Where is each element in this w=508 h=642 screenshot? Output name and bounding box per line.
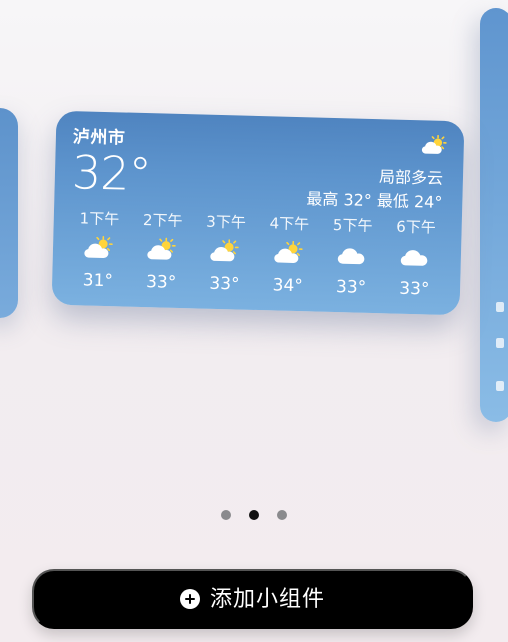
page-dot[interactable] <box>277 510 287 520</box>
hourly-forecast: 1下午 31° 2下午 33° 3下午 33° 4下午 34° 5下午 33° … <box>66 209 448 300</box>
hour-label: 4下午 <box>269 214 310 234</box>
hour-label: 5下午 <box>332 215 373 235</box>
partly-sunny-icon <box>81 235 116 262</box>
plus-circle-icon <box>179 589 200 609</box>
page-dot[interactable] <box>221 510 231 520</box>
hour-temperature: 33° <box>209 273 240 295</box>
right-widget-preview[interactable] <box>480 8 508 422</box>
hour-label: 1下午 <box>79 209 120 229</box>
current-temperature: 32° <box>71 145 152 202</box>
partly-sunny-icon <box>419 134 448 163</box>
widget-gallery-screen: 泸州市 32° 局部多云 最高 32° 最低 24° 1下午 31° 2下午 3… <box>0 0 508 642</box>
partly-sunny-icon <box>271 240 306 267</box>
partly-sunny-icon <box>145 237 180 264</box>
weather-widget[interactable]: 泸州市 32° 局部多云 最高 32° 最低 24° 1下午 31° 2下午 3… <box>51 110 465 316</box>
hour-label: 6下午 <box>396 217 437 237</box>
add-widget-label: 添加小组件 <box>209 586 325 611</box>
hourly-item: 1下午 31° <box>66 209 131 292</box>
partly-sunny-icon <box>208 239 243 266</box>
weather-summary: 局部多云 最高 32° 最低 24° <box>306 165 443 213</box>
hour-temperature: 34° <box>272 275 304 297</box>
hourly-item: 6下午 33° <box>382 217 447 300</box>
hourly-item: 2下午 33° <box>129 211 194 294</box>
weather-condition: 局部多云 <box>378 167 444 188</box>
page-dot-active[interactable] <box>249 510 259 520</box>
cloud-icon <box>398 244 433 271</box>
weather-header: 泸州市 32° <box>71 127 152 202</box>
hour-temperature: 33° <box>399 278 430 300</box>
hour-label: 2下午 <box>142 210 183 231</box>
cloud-icon <box>335 242 370 269</box>
left-widget-preview[interactable] <box>0 108 18 318</box>
right-preview-mark <box>496 381 504 391</box>
page-indicator <box>0 510 508 520</box>
hourly-item: 5下午 33° <box>319 216 384 299</box>
hour-temperature: 33° <box>335 277 367 298</box>
hourly-item: 4下午 34° <box>256 214 321 297</box>
right-preview-mark <box>496 302 504 312</box>
right-preview-mark <box>496 338 504 348</box>
hour-temperature: 31° <box>82 270 114 292</box>
add-widget-button[interactable]: 添加小组件 <box>32 569 473 629</box>
temperature-range: 最高 32° 最低 24° <box>306 189 443 212</box>
hour-temperature: 33° <box>145 272 177 293</box>
hour-label: 3下午 <box>206 212 247 232</box>
hourly-item: 3下午 33° <box>193 212 258 295</box>
